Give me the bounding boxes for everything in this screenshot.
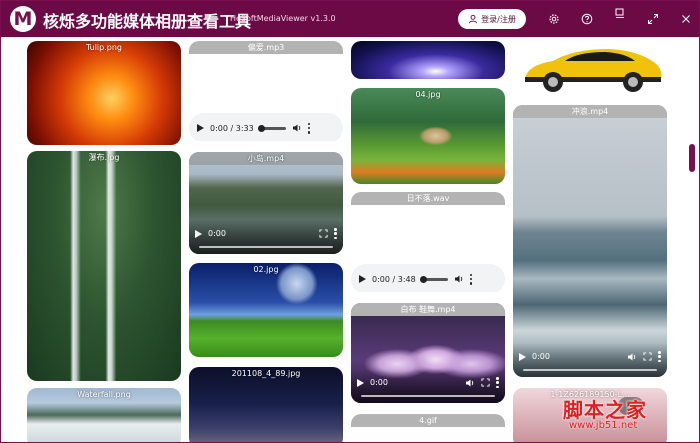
video-progress[interactable] [199, 246, 333, 248]
media-card-car[interactable] [513, 41, 667, 96]
tulip-image [27, 41, 181, 145]
gear-icon [549, 14, 559, 24]
watermark: 脚本之家 www.jb51.net [563, 394, 647, 431]
volume-icon[interactable] [627, 352, 637, 362]
help-icon [581, 13, 593, 25]
volume-icon[interactable] [465, 378, 475, 388]
watermark-title: 脚本之家 [563, 398, 647, 422]
car-image [525, 49, 662, 92]
scrollbar-track[interactable] [687, 37, 699, 442]
video-time: 0:00 [370, 378, 388, 387]
more-options-icon[interactable] [658, 351, 661, 362]
play-icon[interactable] [359, 275, 366, 283]
help-button[interactable] [578, 10, 596, 28]
more-options-icon[interactable] [496, 377, 499, 388]
media-caption: 白布 鞋舞.mp4 [351, 303, 505, 316]
app-window: M 核烁多功能媒体相册查看工具 HeSoftMediaViewer v1.3.0… [0, 0, 700, 443]
audio-player[interactable]: 0:00 / 3:33 [189, 113, 343, 141]
video-progress[interactable] [523, 369, 657, 371]
media-caption: 02.jpg [253, 265, 279, 274]
stage-image [351, 41, 505, 79]
app-title: 核烁多功能媒体相册查看工具 [43, 12, 252, 31]
more-options-icon[interactable] [469, 273, 473, 285]
play-icon[interactable] [197, 124, 204, 132]
audio-time: 0:00 / 3:33 [210, 123, 254, 133]
media-card-stage[interactable] [351, 41, 505, 79]
minimize-button[interactable] [611, 4, 629, 22]
media-card-love-mp3[interactable]: 偏爱.mp3 0:00 / 3:33 [189, 41, 343, 141]
watermark-url: www.jb51.net [569, 420, 638, 431]
audio-time: 0:00 / 3:48 [372, 274, 416, 284]
scrollbar-thumb[interactable] [689, 144, 695, 172]
waterfall-image [27, 151, 181, 381]
video-controls[interactable]: 0:00 [513, 343, 667, 377]
media-card-gif4[interactable]: 4.gif [351, 414, 505, 442]
media-caption: 小岛.mp4 [189, 152, 343, 165]
media-card-waterfall-en[interactable]: Waterfall.png [27, 388, 181, 442]
image-04 [351, 88, 505, 184]
media-caption: Tulip.png [85, 43, 123, 52]
play-icon[interactable] [357, 378, 364, 387]
play-icon[interactable] [519, 352, 526, 361]
media-card-04[interactable]: 04.jpg [351, 88, 505, 184]
user-icon [469, 14, 478, 24]
settings-button[interactable] [545, 10, 563, 28]
video-controls[interactable]: 0:00 [351, 369, 505, 403]
media-card-sunset-wav[interactable]: 日不落.wav 0:00 / 3:48 [351, 192, 505, 292]
media-caption: 瀑布.jpg [88, 153, 120, 162]
app-version: HeSoftMediaViewer v1.3.0 [230, 14, 336, 23]
login-label: 登录/注册 [481, 14, 516, 24]
maximize-button[interactable] [644, 10, 662, 28]
surf-video-frame [513, 118, 667, 377]
audio-progress[interactable] [257, 124, 286, 132]
volume-icon[interactable] [454, 274, 464, 284]
login-button[interactable]: 登录/注册 [458, 9, 526, 29]
image-02 [189, 263, 343, 357]
video-time: 0:00 [208, 229, 226, 238]
audio-player[interactable]: 0:00 / 3:48 [351, 264, 505, 292]
more-options-icon[interactable] [307, 122, 311, 134]
fullscreen-icon[interactable] [319, 229, 328, 238]
fullscreen-icon[interactable] [643, 352, 652, 361]
video-controls[interactable]: 0:00 [189, 220, 343, 254]
volume-icon[interactable] [292, 123, 302, 133]
close-icon [682, 15, 690, 23]
app-logo: M [10, 6, 36, 32]
media-card-dance-mp4[interactable]: 白布 鞋舞.mp4 0:00 [351, 303, 505, 403]
media-card-201108[interactable]: 201108_4_89.jpg [189, 367, 343, 442]
media-card-tulip[interactable]: Tulip.png [27, 41, 181, 145]
media-card-island-mp4[interactable]: 小岛.mp4 0:00 [189, 152, 343, 254]
more-options-icon[interactable] [334, 228, 337, 239]
media-caption: Waterfall.png [77, 390, 131, 399]
media-card-surf-mp4[interactable]: 冲浪.mp4 0:00 [513, 105, 667, 377]
fullscreen-icon[interactable] [481, 378, 490, 387]
title-bar[interactable]: M 核烁多功能媒体相册查看工具 HeSoftMediaViewer v1.3.0… [1, 1, 699, 37]
media-card-02[interactable]: 02.jpg [189, 263, 343, 357]
play-icon[interactable] [195, 229, 202, 238]
maximize-icon [648, 14, 658, 24]
video-progress[interactable] [361, 395, 495, 397]
close-button[interactable] [677, 10, 695, 28]
media-grid[interactable]: Tulip.png 瀑布.jpg Waterfall.png 偏爱.mp3 0:… [1, 37, 687, 442]
media-caption: 201108_4_89.jpg [231, 369, 301, 378]
media-caption: 日不落.wav [351, 192, 505, 205]
video-time: 0:00 [532, 352, 550, 361]
media-card-waterfall-cn[interactable]: 瀑布.jpg [27, 151, 181, 381]
media-caption: 04.jpg [415, 90, 441, 99]
media-caption: 4.gif [351, 414, 505, 427]
audio-progress[interactable] [419, 275, 448, 283]
media-caption: 偏爱.mp3 [189, 41, 343, 54]
media-caption: 冲浪.mp4 [513, 105, 667, 118]
minimize-icon [615, 8, 624, 18]
